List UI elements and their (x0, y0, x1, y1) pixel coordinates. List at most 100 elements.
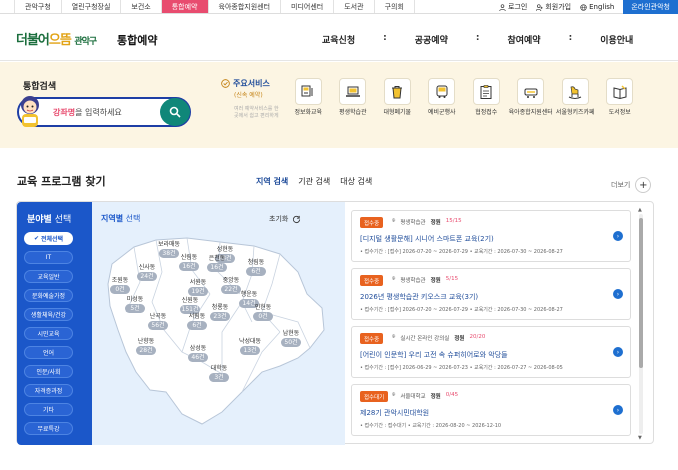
field-item[interactable]: 자격증과정 (24, 384, 73, 397)
program-title[interactable]: 2026년 평생학습관 키오스크 교육(3기) (360, 292, 478, 302)
service-title[interactable]: 통합예약 (117, 32, 157, 48)
district-item[interactable]: 신사동 24건 (132, 262, 162, 281)
book-icon (613, 84, 627, 99)
field-item[interactable]: 문화예술가정 (24, 289, 73, 302)
site-tab[interactable]: 보건소 (121, 0, 162, 13)
search-input[interactable]: 강좌명을 입력하세요 (53, 107, 122, 118)
district-item[interactable]: 인헌동 0건 (248, 302, 278, 321)
menu-public-reservation[interactable]: 공공예약 (415, 33, 448, 46)
site-tab[interactable]: 구의회 (375, 0, 415, 13)
program-card[interactable]: 접수대기 ⌾ 서울대학교 정원 0/45 제28기 관악시민대학원 • 접수기간 : 접수대… (351, 384, 631, 436)
district-name: 남현동 (282, 330, 300, 337)
service-item[interactable]: 도서정보 (598, 78, 643, 116)
program-place: 서울대학교 (400, 394, 426, 400)
program-card[interactable]: 접수중 ⌾ 실시간 온라인 강의실 정원 20/20 [어린이 인문학] 우리 고전 속 … (351, 326, 631, 378)
site-tab[interactable]: 도서관 (334, 0, 375, 13)
service-label: 협정접수 (475, 109, 498, 116)
menu-guide[interactable]: 이용안내 (600, 33, 633, 46)
site-tab[interactable]: 관악구청 (15, 0, 62, 13)
capacity-value: 15/15 (445, 218, 462, 224)
field-item[interactable]: IT (24, 251, 73, 264)
field-select-all[interactable]: ✔ 전체선택 (24, 232, 73, 245)
status-badge: 접수대기 (360, 391, 389, 402)
service-item[interactable]: 협정접수 (464, 78, 509, 116)
service-item[interactable]: 평생학습관 (331, 78, 376, 116)
site-tab[interactable]: 미디어센터 (281, 0, 335, 13)
field-item[interactable]: 시민교육 (24, 327, 73, 340)
district-item[interactable]: 남현동 50건 (276, 328, 306, 347)
more-button[interactable]: 더보기 + (611, 177, 652, 193)
chevron-right-icon[interactable]: › (613, 347, 623, 357)
district-count-badge: 50건 (281, 338, 301, 347)
field-item[interactable]: 언어 (24, 346, 73, 359)
service-item[interactable]: 서울형키즈카페 (553, 78, 598, 116)
capacity-label: 정원 (454, 336, 465, 342)
rocking-horse-icon (569, 85, 582, 99)
district-item[interactable]: 난곡동 56건 (143, 311, 173, 330)
district-name: 삼성동 (189, 345, 207, 352)
program-list-scrollbar[interactable]: ▲ ▼ (638, 207, 643, 441)
chevron-right-icon[interactable]: › (613, 405, 623, 415)
capacity-label: 정원 (430, 220, 441, 226)
district-name: 대학동 (210, 365, 228, 372)
search-box[interactable]: 강좌명을 입력하세요 (17, 96, 191, 127)
tab-target-search[interactable]: 대상 검색 (340, 176, 372, 187)
district-item[interactable]: 청림동 6건 (241, 257, 271, 276)
chevron-right-icon[interactable]: › (613, 231, 623, 241)
program-title[interactable]: 제28기 관악시민대학원 (360, 408, 429, 418)
tab-institution-search[interactable]: 기관 검색 (298, 176, 330, 187)
site-tab-active[interactable]: 통합예약 (161, 0, 209, 13)
district-count-badge: 13건 (240, 346, 260, 355)
search-button[interactable] (160, 98, 190, 126)
program-card[interactable]: 접수중 ⌾ 평생학습관 정원 15/15 [디지털 생활문해] 시니어 스마트폰 교육(2… (351, 210, 631, 262)
field-item[interactable]: 무료특강 (24, 422, 73, 435)
site-tab[interactable]: 열린구청장실 (62, 0, 122, 13)
location-icon: ⌾ (392, 392, 396, 398)
region-filter: 지역별 선택 초기화 보라매동 38건 성현동 83건 신림동 16건 은천동 16건 청림동 6… (92, 202, 345, 445)
online-office-button[interactable]: 온라인관악청 (623, 0, 678, 14)
stroller-icon (524, 88, 538, 98)
district-item[interactable]: 낙성대동 13건 (235, 336, 265, 355)
program-title[interactable]: [어린이 인문학] 우리 고전 속 슈퍼히어로와 악당들 (360, 350, 508, 360)
district-count-badge: 16건 (207, 263, 227, 272)
menu-education[interactable]: 교육신청 (322, 33, 355, 46)
tab-region-search[interactable]: 지역 검색 (256, 176, 288, 187)
district-item[interactable]: 난향동 28건 (131, 336, 161, 355)
program-title[interactable]: [디지털 생활문해] 시니어 스마트폰 교육(2기) (360, 234, 494, 244)
service-item[interactable]: 예비군행사 (420, 78, 465, 116)
district-item[interactable]: 삼성동 46건 (183, 343, 213, 362)
scroll-down-icon[interactable]: ▼ (638, 435, 642, 441)
service-item[interactable]: 대형폐기물 (375, 78, 420, 116)
district-item[interactable]: 신림동 16건 (174, 252, 204, 271)
district-count-badge: 5건 (125, 304, 145, 313)
service-item[interactable]: 정보화교육 (286, 78, 331, 116)
join-link[interactable]: 회원가입 (536, 2, 571, 12)
district-count-badge: 24건 (137, 272, 157, 281)
field-item[interactable]: 생활체육/건강 (24, 308, 73, 321)
district-item[interactable]: 서원동 19건 (183, 277, 213, 296)
language-link[interactable]: English (580, 3, 614, 11)
services-subtitle: (신속 예약) (234, 92, 263, 99)
district-item[interactable]: 조원동 0건 (105, 275, 135, 294)
program-card[interactable]: 접수중 ⌾ 평생학습관 정원 5/15 2026년 평생학습관 키오스크 교육(3기) • … (351, 268, 631, 320)
scrollbar-thumb[interactable] (639, 218, 643, 368)
district-name: 난곡동 (149, 313, 167, 320)
district-item[interactable]: 대학동 3건 (204, 363, 234, 382)
login-link[interactable]: 로그인 (499, 2, 527, 12)
service-item[interactable]: 육아종합지원센터 (509, 78, 554, 116)
district-name: 행운동 (240, 291, 258, 298)
site-tab[interactable]: 육아종합지원센터 (209, 0, 282, 13)
district-name: 낙성대동 (238, 338, 262, 345)
field-item[interactable]: 기타 (24, 403, 73, 416)
service-label: 서울형키즈카페 (555, 109, 595, 116)
scroll-up-icon[interactable]: ▲ (638, 207, 642, 213)
login-label: 로그인 (507, 3, 528, 11)
menu-participation[interactable]: 참여예약 (507, 33, 540, 46)
globe-icon (580, 3, 587, 11)
field-item[interactable]: 교육일반 (24, 270, 73, 283)
district-item[interactable]: 서림동 6건 (182, 311, 212, 330)
district-item[interactable]: 은천동 16건 (202, 253, 232, 272)
chevron-right-icon[interactable]: › (613, 289, 623, 299)
gwanak-logo[interactable]: 더불어으뜸 관악구 (16, 29, 97, 48)
field-item[interactable]: 인문/사회 (24, 365, 73, 378)
